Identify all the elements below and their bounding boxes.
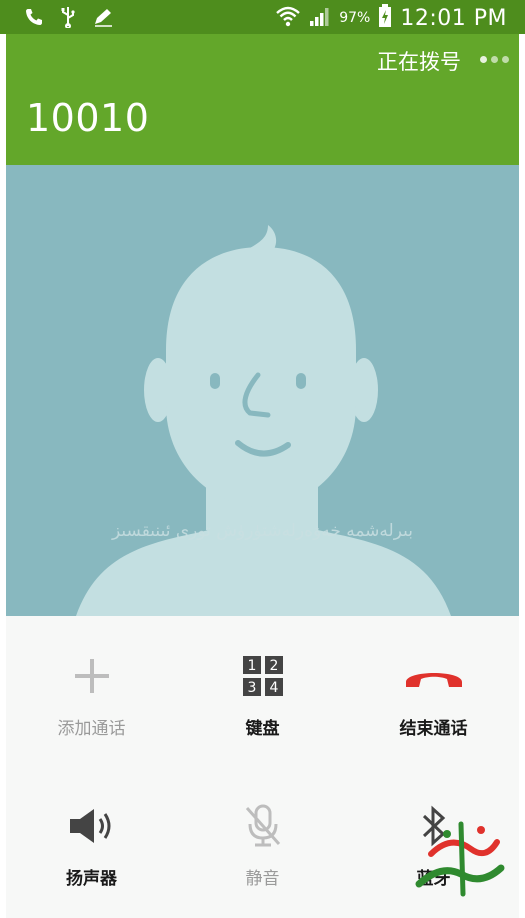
plus-icon — [68, 652, 116, 700]
keypad-digit: 4 — [269, 680, 278, 696]
speaker-icon — [68, 802, 116, 850]
photo-watermark-text: بىرلەشمە خەۋەرلەشتۈرۈش تورى ئىنىقسىز — [112, 521, 413, 541]
status-right: 97% 12:01 PM — [275, 4, 507, 32]
keypad-button[interactable]: 1 2 3 4 键盘 — [177, 616, 348, 766]
phone-icon — [24, 7, 44, 31]
call-status-label: 正在拨号 — [377, 50, 461, 74]
site-logo — [401, 794, 521, 914]
add-call-label: 添加通话 — [57, 719, 126, 739]
keypad-digit: 3 — [247, 680, 256, 696]
speaker-button[interactable]: 扬声器 — [6, 766, 177, 916]
edit-icon — [92, 7, 114, 31]
mute-button[interactable]: 静音 — [177, 766, 348, 916]
usb-icon — [60, 6, 76, 32]
more-options-icon[interactable] — [480, 56, 509, 63]
status-left-icons — [24, 6, 114, 32]
keypad-digit: 2 — [269, 658, 278, 674]
contact-photo: بىرلەشمە خەۋەرلەشتۈرۈش تورى ئىنىقسىز — [6, 165, 519, 616]
mic-off-icon — [239, 802, 287, 850]
speaker-label: 扬声器 — [66, 869, 117, 889]
mute-label: 静音 — [245, 869, 280, 889]
status-bar: 97% 12:01 PM — [0, 0, 525, 34]
end-call-label: 结束通话 — [399, 719, 468, 739]
end-call-button[interactable]: 结束通话 — [348, 616, 519, 766]
keypad-icon: 1 2 3 4 — [239, 652, 287, 700]
end-call-icon — [402, 652, 466, 700]
dialed-number: 10010 — [26, 96, 150, 140]
clock-time: 12:01 PM — [400, 5, 507, 31]
wifi-icon — [275, 5, 301, 31]
default-avatar-icon — [76, 225, 451, 616]
keypad-digit: 1 — [247, 658, 256, 674]
battery-percent: 97% — [339, 10, 371, 26]
signal-icon — [309, 6, 331, 30]
battery-charging-icon — [378, 4, 392, 32]
keypad-label: 键盘 — [245, 719, 280, 739]
call-header: 正在拨号 10010 — [6, 34, 519, 165]
add-call-button[interactable]: 添加通话 — [6, 616, 177, 766]
